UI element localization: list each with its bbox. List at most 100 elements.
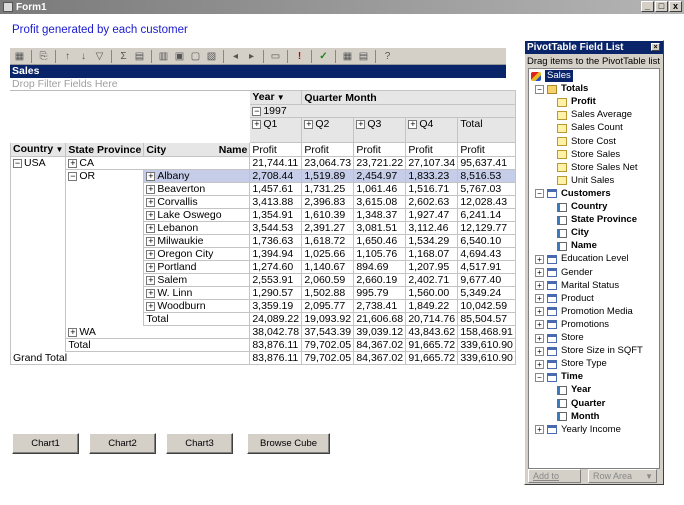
collapse-icon[interactable]: − (13, 158, 22, 168)
field-list-icon[interactable]: ▦ (341, 50, 354, 63)
tree-node-dimension[interactable]: + Promotions (535, 319, 609, 331)
chevron-down-icon[interactable]: ▼ (53, 145, 63, 154)
expand-icon[interactable]: + (68, 158, 78, 168)
add-to-button[interactable]: Add to (528, 469, 581, 483)
help-icon[interactable]: ? (381, 50, 394, 63)
value-cell[interactable]: 1,457.61 (249, 182, 303, 196)
value-cell[interactable]: 19,093.92 (301, 312, 355, 326)
value-cell[interactable]: 6,540.10 (457, 234, 516, 248)
city-cell[interactable]: + Woodburn (143, 299, 251, 313)
city-cell[interactable]: + Milwaukie (143, 234, 251, 248)
value-cell[interactable]: 24,089.22 (249, 312, 303, 326)
value-cell[interactable]: 1,061.46 (353, 182, 407, 196)
expand-icon[interactable]: + (146, 236, 156, 246)
value-cell[interactable]: 3,413.88 (249, 195, 303, 209)
tree-node-totals[interactable]: − Totals (535, 83, 588, 95)
value-cell[interactable]: 1,394.94 (249, 247, 303, 261)
value-cell[interactable]: 2,402.71 (405, 273, 459, 287)
value-cell[interactable]: 1,348.37 (353, 208, 407, 222)
value-cell[interactable]: 1,731.25 (301, 182, 355, 196)
value-cell[interactable]: 1,650.46 (353, 234, 407, 248)
collapse-icon[interactable]: − (535, 189, 544, 199)
value-cell[interactable]: 5,767.03 (457, 182, 516, 196)
city-cell[interactable]: + Portland (143, 260, 251, 274)
expand-icon[interactable]: + (535, 359, 544, 369)
sort-descending-icon[interactable]: ↓ (77, 50, 90, 63)
expand-icon[interactable]: + (146, 249, 156, 259)
value-cell[interactable]: 83,876.11 (249, 338, 303, 352)
tree-node-level[interactable]: City (557, 227, 589, 239)
tree-node-dimension[interactable]: + Store Type (535, 358, 607, 370)
window-titlebar[interactable]: Form1 _ □ x (0, 0, 684, 14)
value-cell[interactable]: 1,105.76 (353, 247, 407, 261)
row-field-state[interactable]: State Province (65, 142, 145, 157)
expand-icon[interactable]: + (146, 301, 156, 311)
commands-options-icon[interactable]: ▤ (357, 50, 370, 63)
field-list-close-icon[interactable]: × (651, 43, 660, 51)
value-cell[interactable]: 38,042.78 (249, 325, 303, 339)
city-cell[interactable]: + Corvallis (143, 195, 251, 209)
tree-node-dimension[interactable]: + Gender (535, 267, 593, 279)
tree-node-level[interactable]: Name (557, 240, 597, 252)
sort-ascending-icon[interactable]: ↑ (61, 50, 74, 63)
tree-node-level[interactable]: State Province (557, 214, 637, 226)
value-cell[interactable]: 21,606.68 (353, 312, 407, 326)
expand-icon[interactable]: + (146, 262, 156, 272)
expand-icon[interactable]: + (252, 119, 262, 129)
quarter-header[interactable]: + Q2 (301, 117, 355, 143)
tree-node-dimension[interactable]: + Promotion Media (535, 306, 633, 318)
tree-node-measure[interactable]: Store Sales Net (557, 162, 638, 174)
value-cell[interactable]: 2,396.83 (301, 195, 355, 209)
value-cell[interactable]: 10,042.59 (457, 299, 516, 313)
chart3-button[interactable]: Chart3 (166, 433, 233, 454)
expand-icon[interactable]: + (146, 210, 156, 220)
value-cell[interactable]: 12,129.77 (457, 221, 516, 235)
name-field-label[interactable]: Name (219, 144, 248, 156)
expand-icon[interactable]: + (535, 281, 544, 291)
year-1997-header[interactable]: −1997 (249, 104, 516, 118)
value-cell[interactable]: 83,876.11 (249, 351, 303, 365)
tree-node-level[interactable]: Country (557, 201, 607, 213)
tree-node-measure[interactable]: Store Cost (557, 136, 616, 148)
value-cell[interactable]: 3,112.46 (405, 221, 459, 235)
value-cell[interactable]: 1,354.91 (249, 208, 303, 222)
value-cell[interactable]: 1,140.67 (301, 260, 355, 274)
tree-node-level[interactable]: Year (557, 384, 591, 396)
expand-icon[interactable]: + (146, 197, 156, 207)
value-cell[interactable]: 4,694.43 (457, 247, 516, 261)
chevron-down-icon[interactable]: ▼ (275, 93, 285, 102)
value-cell[interactable]: 2,738.41 (353, 299, 407, 313)
city-cell[interactable]: + W. Linn (143, 286, 251, 300)
office-logo-icon[interactable]: ▦ (13, 50, 26, 63)
value-cell[interactable]: 6,241.14 (457, 208, 516, 222)
value-cell[interactable]: 1,290.57 (249, 286, 303, 300)
tree-node-dimension[interactable]: + Product (535, 293, 594, 305)
row-field-country[interactable]: Country ▼ (9, 142, 67, 157)
value-cell[interactable]: 79,702.05 (301, 338, 355, 352)
autocalc-icon[interactable]: Σ (117, 50, 130, 63)
expand-icon[interactable]: + (535, 425, 544, 435)
expand-icon[interactable]: + (535, 268, 544, 277)
property-toolbox-icon[interactable]: ▭ (269, 50, 282, 63)
value-cell[interactable]: 3,544.53 (249, 221, 303, 235)
value-cell[interactable]: 85,504.57 (457, 312, 516, 326)
collapse-icon[interactable]: − (535, 84, 544, 94)
expand-icon[interactable]: + (535, 333, 544, 343)
expand-icon[interactable]: + (535, 307, 544, 317)
state-cell[interactable]: + CA (65, 156, 251, 170)
quarter-header[interactable]: + Q3 (353, 117, 407, 143)
country-cell[interactable]: − USA (9, 156, 67, 170)
expand-icon[interactable]: + (535, 346, 544, 356)
value-cell[interactable]: 4,517.91 (457, 260, 516, 274)
value-cell[interactable]: 1,849.22 (405, 299, 459, 313)
value-cell[interactable]: 339,610.90 (457, 338, 516, 352)
value-cell[interactable]: 5,349.24 (457, 286, 516, 300)
expand-icon[interactable]: + (146, 223, 156, 233)
value-cell[interactable]: 1,274.60 (249, 260, 303, 274)
column-field-quarter[interactable]: Quarter Month (301, 90, 516, 105)
value-cell[interactable]: 2,660.19 (353, 273, 407, 287)
close-button[interactable]: x (669, 1, 682, 12)
tree-node-measure[interactable]: Unit Sales (557, 175, 614, 187)
autofilter-icon[interactable]: ▽ (93, 50, 106, 63)
expand-icon[interactable]: + (535, 294, 544, 304)
